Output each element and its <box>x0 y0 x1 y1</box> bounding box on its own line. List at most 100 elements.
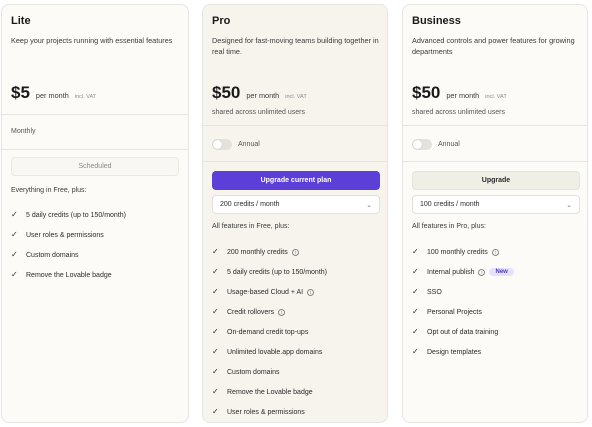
feature-list: ✓ 200 monthly credits i ✓ 5 daily credits (… <box>212 242 327 422</box>
info-icon[interactable]: i <box>491 248 499 256</box>
check-icon: ✓ <box>412 267 419 276</box>
info-icon[interactable]: i <box>307 288 315 296</box>
annual-toggle[interactable] <box>212 139 232 150</box>
feature-label: Personal Projects <box>427 308 482 316</box>
toggle-label: Annual <box>438 141 460 148</box>
plan-description: Designed for fast-moving teams building … <box>212 36 379 56</box>
feature-item: ✓ User roles & permissions <box>11 225 126 245</box>
annual-toggle-row: Annual <box>412 139 460 150</box>
annual-toggle[interactable] <box>412 139 432 150</box>
check-icon: ✓ <box>212 367 219 376</box>
price-note: shared across unlimited users <box>212 109 305 116</box>
feature-label: Credit rollovers <box>227 308 275 316</box>
feature-item: ✓ Custom domains <box>212 362 327 382</box>
price-note: shared across unlimited users <box>412 109 505 116</box>
feature-label: Internal publish <box>427 268 475 276</box>
feature-label: 5 daily credits (up to 150/month) <box>26 211 126 219</box>
feature-label: Usage-based Cloud + AI <box>227 288 304 296</box>
feature-item: ✓ Design templates <box>412 342 514 362</box>
check-icon: ✓ <box>11 210 18 219</box>
divider <box>2 114 188 115</box>
toggle-label: Annual <box>238 141 260 148</box>
feature-item: ✓ Opt out of data training <box>412 322 514 342</box>
price-row: $5 per month incl. VAT <box>11 83 96 103</box>
check-icon: ✓ <box>212 387 219 396</box>
price-row: $50 per month incl. VAT <box>212 83 307 103</box>
feature-item: ✓ Custom domains <box>11 245 126 265</box>
feature-label: Custom domains <box>26 251 79 259</box>
plan-description: Advanced controls and power features for… <box>412 36 575 56</box>
billing-period: Monthly <box>11 128 36 135</box>
feature-label: Design templates <box>427 348 482 356</box>
feature-label: Opt out of data training <box>427 328 499 336</box>
price-period: per month <box>246 91 280 100</box>
price-amount: $50 <box>212 83 241 102</box>
feature-item: ✓ Remove the Lovable badge <box>212 382 327 402</box>
feature-item: ✓ SSO <box>412 282 514 302</box>
feature-label: User roles & permissions <box>26 231 104 239</box>
upgrade-button[interactable]: Upgrade <box>412 171 580 190</box>
feature-label: SSO <box>427 288 442 296</box>
divider <box>203 161 387 162</box>
divider <box>203 125 387 126</box>
select-value: 100 credits / month <box>420 201 480 208</box>
info-icon[interactable]: i <box>291 248 299 256</box>
price-period: per month <box>35 91 69 100</box>
divider <box>403 161 587 162</box>
check-icon: ✓ <box>11 230 18 239</box>
plan-name: Pro <box>212 15 231 27</box>
feature-label: Unlimited lovable.app domains <box>227 348 323 356</box>
divider <box>403 125 587 126</box>
feature-item: ✓ Internal publish i New <box>412 262 514 282</box>
feature-label: On-demand credit top-ups <box>227 328 309 336</box>
feature-item: ✓ 5 daily credits (up to 150/month) <box>11 205 126 225</box>
chevron-down-icon: ⌄ <box>366 201 372 209</box>
plan-card-lite: Lite Keep your projects running with ess… <box>1 4 189 423</box>
price-vat: incl. VAT <box>485 94 507 100</box>
check-icon: ✓ <box>412 287 419 296</box>
price-vat: incl. VAT <box>285 94 307 100</box>
new-badge: New <box>489 268 514 276</box>
feature-label: 5 daily credits (up to 150/month) <box>227 268 327 276</box>
feature-item: ✓ 5 daily credits (up to 150/month) <box>212 262 327 282</box>
credits-select[interactable]: 200 credits / month ⌄ <box>212 195 380 214</box>
feature-item: ✓ Usage-based Cloud + AI i <box>212 282 327 302</box>
feature-label: Remove the Lovable badge <box>26 271 112 279</box>
check-icon: ✓ <box>11 250 18 259</box>
chevron-down-icon: ⌄ <box>566 201 572 209</box>
plan-name: Business <box>412 15 461 27</box>
check-icon: ✓ <box>212 327 219 336</box>
feature-list: ✓ 100 monthly credits i ✓ Internal publish i… <box>412 242 514 362</box>
features-title: All features in Pro, plus: <box>412 223 486 230</box>
feature-item: ✓ Credit rollovers i <box>212 302 327 322</box>
plan-description: Keep your projects running with essentia… <box>11 36 173 45</box>
feature-label: 200 monthly credits <box>227 248 288 256</box>
check-icon: ✓ <box>412 327 419 336</box>
feature-item: ✓ Remove the Lovable badge <box>11 265 126 285</box>
divider <box>2 149 188 150</box>
check-icon: ✓ <box>212 347 219 356</box>
upgrade-current-plan-button[interactable]: Upgrade current plan <box>212 171 380 190</box>
feature-label: Custom domains <box>227 368 280 376</box>
feature-label: User roles & permissions <box>227 408 305 416</box>
check-icon: ✓ <box>412 347 419 356</box>
check-icon: ✓ <box>212 307 219 316</box>
check-icon: ✓ <box>212 247 219 256</box>
feature-item: ✓ On-demand credit top-ups <box>212 322 327 342</box>
feature-item: ✓ Unlimited lovable.app domains <box>212 342 327 362</box>
scheduled-button[interactable]: Scheduled <box>11 157 179 176</box>
price-row: $50 per month incl. VAT <box>412 83 507 103</box>
price-amount: $50 <box>412 83 441 102</box>
plan-card-business: Business Advanced controls and power fea… <box>402 4 588 423</box>
price-period: per month <box>446 91 480 100</box>
check-icon: ✓ <box>412 247 419 256</box>
price-amount: $5 <box>11 83 30 102</box>
feature-item: ✓ 100 monthly credits i <box>412 242 514 262</box>
features-title: All features in Free, plus: <box>212 223 290 230</box>
feature-item: ✓ 200 monthly credits i <box>212 242 327 262</box>
info-icon[interactable]: i <box>478 268 486 276</box>
credits-select[interactable]: 100 credits / month ⌄ <box>412 195 580 214</box>
check-icon: ✓ <box>212 287 219 296</box>
info-icon[interactable]: i <box>278 308 286 316</box>
feature-item: ✓ User roles & permissions <box>212 402 327 422</box>
